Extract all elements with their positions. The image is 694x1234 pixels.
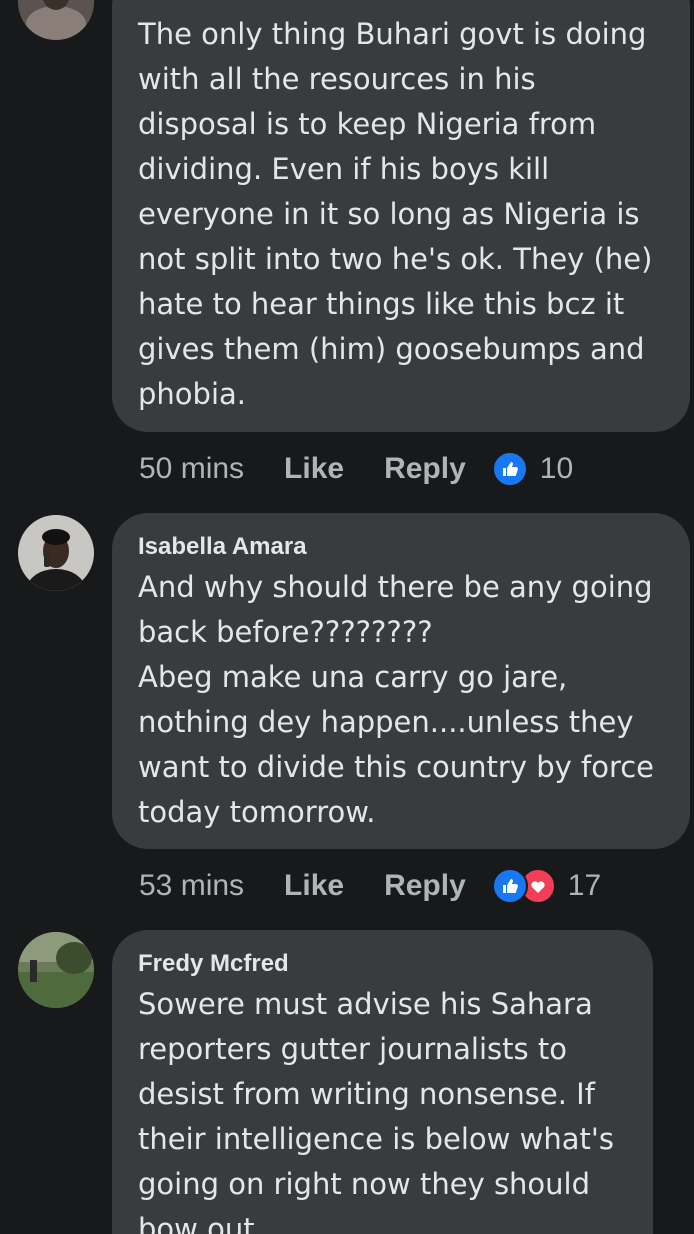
avatar-image: [18, 932, 94, 1008]
avatar-image: [18, 0, 94, 40]
avatar-image: [18, 515, 94, 591]
reaction-count: 17: [567, 869, 602, 902]
comment-actions: 53 mins Like Reply 17: [139, 866, 601, 906]
like-reaction-icon: [491, 868, 528, 904]
commenter-avatar[interactable]: [18, 932, 94, 1008]
comment-bubble: The only thing Buhari govt is doing with…: [112, 0, 690, 432]
comment-bubble: Isabella Amara And why should there be a…: [112, 513, 690, 849]
comment-timestamp[interactable]: 53 mins: [139, 869, 244, 903]
reaction-count: 10: [539, 452, 574, 485]
like-button[interactable]: Like: [284, 452, 344, 486]
comment-text: Sowere must advise his Sahara reporters …: [138, 987, 614, 1234]
comment-actions: 50 mins Like Reply 10: [139, 449, 573, 489]
comment-text: The only thing Buhari govt is doing with…: [138, 17, 653, 411]
comment-timestamp[interactable]: 50 mins: [139, 452, 244, 486]
comments-feed: The only thing Buhari govt is doing with…: [0, 0, 694, 1234]
reaction-summary[interactable]: 17: [491, 868, 602, 904]
reply-button[interactable]: Reply: [384, 452, 466, 486]
commenter-avatar[interactable]: [18, 0, 94, 40]
reply-button[interactable]: Reply: [384, 869, 466, 903]
commenter-avatar[interactable]: [18, 515, 94, 591]
comment-author[interactable]: Fredy Mcfred: [138, 950, 627, 978]
comment-text: And why should there be any going back b…: [138, 570, 655, 829]
like-button[interactable]: Like: [284, 869, 344, 903]
comment-author[interactable]: Isabella Amara: [138, 533, 664, 561]
reaction-summary[interactable]: 10: [491, 451, 574, 487]
comment-bubble: Fredy Mcfred Sowere must advise his Saha…: [112, 930, 653, 1234]
like-reaction-icon: [491, 451, 528, 487]
